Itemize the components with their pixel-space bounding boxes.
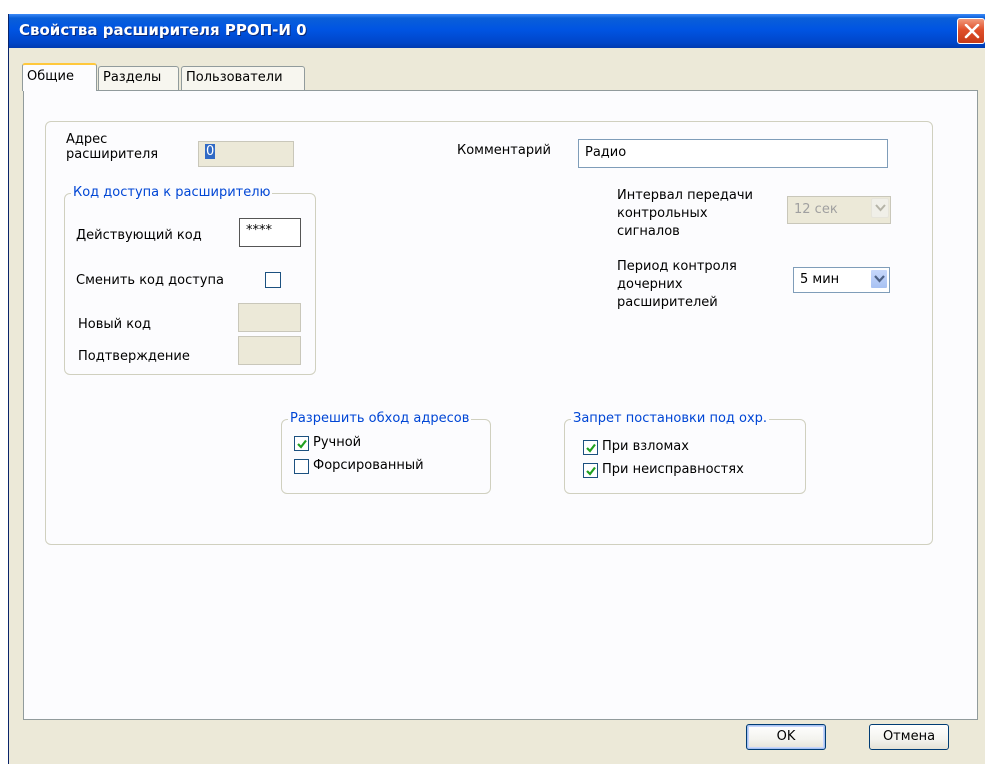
- bypass-forced-label: Форсированный: [313, 458, 424, 473]
- bypass-forced-checkbox[interactable]: [294, 459, 309, 474]
- tab-sections-label: Разделы: [103, 70, 162, 85]
- bypass-legend: Разрешить обход адресов: [288, 411, 472, 427]
- child-period-select[interactable]: 5 мин: [793, 267, 890, 293]
- control-interval-label-line3: сигналов: [617, 224, 680, 239]
- child-period-label-line3: расширителей: [617, 295, 718, 310]
- tab-panel-general: Адрес расширителя 0 Комментарий Радио Ко…: [23, 90, 978, 720]
- arming-ban-legend: Запрет постановки под охр.: [571, 411, 770, 427]
- arming-ban-fault-label: При неисправностях: [602, 462, 744, 477]
- new-code-label: Новый код: [78, 317, 152, 332]
- ok-button[interactable]: OK: [746, 724, 826, 750]
- control-interval-label-line2: контрольных: [617, 206, 708, 221]
- arming-ban-group: Запрет постановки под охр. При взломах П…: [564, 411, 806, 494]
- close-button[interactable]: [957, 18, 985, 44]
- window-title: Свойства расширителя РРОП-И 0: [19, 21, 307, 39]
- checkmark-icon: [586, 466, 596, 476]
- address-field: 0: [198, 141, 294, 167]
- current-code-field[interactable]: ****: [239, 218, 301, 247]
- control-interval-label-line1: Интервал передачи: [617, 188, 753, 203]
- comment-label: Комментарий: [457, 143, 551, 158]
- change-code-checkbox[interactable]: [265, 272, 281, 288]
- address-label-line2: расширителя: [66, 147, 159, 162]
- cancel-button-label: Отмена: [882, 729, 936, 744]
- change-code-label: Сменить код доступа: [76, 273, 224, 288]
- control-interval-select: 12 сек: [787, 196, 891, 224]
- current-code-value: ****: [246, 223, 272, 238]
- bypass-manual-label: Ручной: [313, 435, 362, 450]
- child-period-label-line1: Период контроля: [617, 259, 737, 274]
- new-code-field: [238, 303, 301, 332]
- arming-ban-intrusion-checkbox[interactable]: [583, 440, 598, 455]
- bypass-group: Разрешить обход адресов Ручной Форсирова…: [281, 411, 491, 494]
- tab-general[interactable]: Общие: [22, 63, 97, 91]
- address-value: 0: [205, 144, 216, 159]
- arming-ban-intrusion-label: При взломах: [602, 439, 689, 454]
- child-period-value: 5 мин: [800, 272, 840, 287]
- properties-dialog: Свойства расширителя РРОП-И 0 Общие Разд…: [8, 14, 985, 764]
- cancel-button[interactable]: Отмена: [869, 724, 949, 750]
- title-bar[interactable]: Свойства расширителя РРОП-И 0: [9, 14, 985, 48]
- child-period-label-line2: дочерних: [617, 277, 683, 292]
- address-label-line1: Адрес: [66, 132, 108, 147]
- tab-sections[interactable]: Разделы: [98, 66, 179, 90]
- chevron-down-icon: [875, 204, 886, 212]
- tab-general-label: Общие: [27, 69, 74, 84]
- arming-ban-fault-checkbox[interactable]: [583, 463, 598, 478]
- access-code-group: Код доступа к расширителю Действующий ко…: [64, 185, 316, 375]
- close-icon: [964, 24, 980, 39]
- general-settings-group: Адрес расширителя 0 Комментарий Радио Ко…: [45, 121, 933, 545]
- ok-button-label: OK: [776, 729, 796, 744]
- confirm-code-label: Подтверждение: [78, 349, 190, 364]
- access-code-legend: Код доступа к расширителю: [71, 185, 273, 201]
- confirm-code-field: [238, 336, 301, 365]
- bypass-manual-checkbox[interactable]: [294, 436, 309, 451]
- checkmark-icon: [297, 439, 307, 449]
- comment-value: Радио: [585, 145, 627, 160]
- child-period-dropdown-button[interactable]: [870, 269, 888, 289]
- checkmark-icon: [586, 443, 596, 453]
- chevron-down-icon: [874, 275, 885, 283]
- control-interval-value: 12 сек: [794, 202, 838, 217]
- tab-users[interactable]: Пользователи: [181, 66, 305, 90]
- current-code-label: Действующий код: [76, 228, 202, 243]
- control-interval-dropdown-button: [871, 198, 889, 218]
- comment-input[interactable]: Радио: [578, 139, 888, 168]
- tab-users-label: Пользователи: [186, 70, 283, 85]
